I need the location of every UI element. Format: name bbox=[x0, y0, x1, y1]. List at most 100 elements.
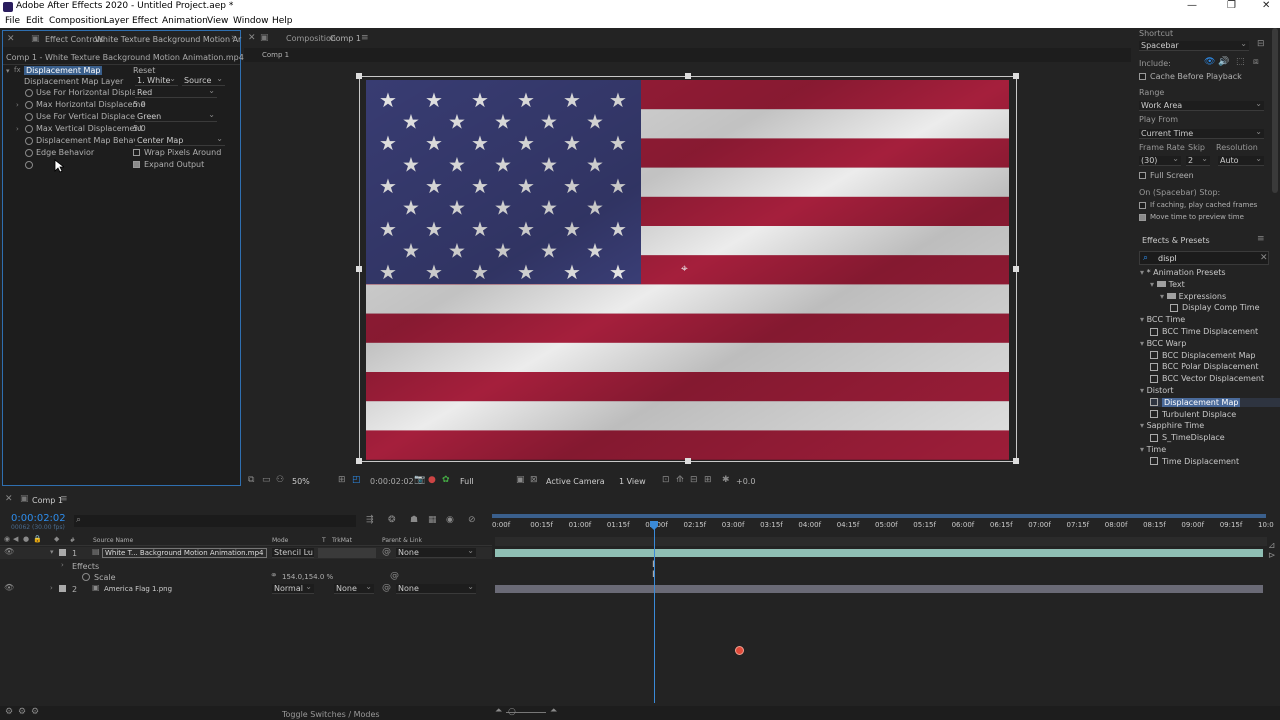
layer-1-bar[interactable] bbox=[495, 549, 1263, 557]
draft-3d-icon[interactable]: ❂ bbox=[388, 515, 396, 525]
layer-2-bar[interactable] bbox=[495, 585, 1263, 593]
zoom-in-icon[interactable]: ⏶ bbox=[550, 706, 557, 716]
camera-dropdown[interactable]: Active Camera bbox=[546, 477, 605, 486]
expand-icon[interactable]: › bbox=[16, 101, 19, 109]
comp-navigator-icon[interactable]: ⊿ bbox=[1268, 541, 1276, 551]
menu-effect[interactable]: Effect bbox=[132, 16, 158, 26]
toggle-switches-modes[interactable]: Toggle Switches / Modes bbox=[282, 710, 380, 719]
layer-row[interactable]: 👁 › 2 ▣ America Flag 1.png Normal None @… bbox=[0, 582, 492, 595]
transform-handle[interactable] bbox=[356, 266, 362, 272]
close-panel-icon[interactable]: ✕ bbox=[248, 33, 256, 43]
max-horiz-value[interactable]: 5.0 bbox=[133, 100, 146, 109]
mode-dropdown[interactable]: Normal bbox=[272, 582, 314, 594]
menu-help[interactable]: Help bbox=[272, 16, 293, 26]
scale-value[interactable]: 154.0,154.0 % bbox=[282, 573, 333, 581]
effects-tree-item[interactable]: ▾ Text bbox=[1150, 280, 1185, 289]
snapshot-icon[interactable]: ◰ bbox=[352, 475, 361, 485]
effect-controls-layer[interactable]: White Texture Background Motion Ar bbox=[95, 35, 241, 44]
composition-tab-name[interactable]: Comp 1 bbox=[330, 34, 361, 43]
lock-icon[interactable]: ▣ bbox=[20, 494, 29, 504]
stopwatch-icon[interactable] bbox=[82, 573, 90, 581]
stopwatch-icon[interactable] bbox=[25, 89, 33, 97]
channel-icon[interactable]: ● bbox=[428, 475, 436, 485]
time-ruler[interactable]: 0:00f00:15f01:00f01:15f02:00f02:15f03:00… bbox=[492, 511, 1274, 535]
expand-output-checkbox[interactable] bbox=[133, 161, 140, 168]
move-time-checkbox[interactable] bbox=[1139, 214, 1146, 221]
pick-whip-icon[interactable]: @ bbox=[382, 547, 391, 557]
transform-handle[interactable] bbox=[356, 73, 362, 79]
trkmat-dropdown[interactable]: None bbox=[334, 582, 374, 594]
effects-tree-item[interactable]: ▾ Sapphire Time bbox=[1140, 421, 1204, 430]
effect-expand-icon[interactable]: ▾ bbox=[6, 67, 10, 75]
exposure-value[interactable]: +0.0 bbox=[736, 477, 755, 486]
full-screen-checkbox[interactable] bbox=[1139, 172, 1146, 179]
stopwatch-icon[interactable] bbox=[25, 137, 33, 145]
transform-handle[interactable] bbox=[685, 73, 691, 79]
expand-icon[interactable]: › bbox=[16, 125, 19, 133]
reset-button[interactable]: Reset bbox=[133, 66, 155, 75]
zoom-out-icon[interactable]: ⏶ bbox=[495, 706, 502, 716]
effects-tree-item[interactable]: Displacement Map bbox=[1150, 397, 1280, 407]
menu-file[interactable]: File bbox=[5, 16, 20, 26]
timeline-tab[interactable]: Comp 1 bbox=[32, 496, 63, 505]
resolution-dropdown[interactable]: Full bbox=[460, 477, 474, 486]
clear-search-icon[interactable]: ✕ bbox=[1260, 253, 1268, 263]
lock-icon[interactable]: ▣ bbox=[31, 34, 40, 44]
col-trkmat[interactable]: TrkMat bbox=[332, 537, 352, 544]
effect-name[interactable]: Displacement Map bbox=[24, 66, 103, 75]
shortcut-dropdown[interactable]: Spacebar bbox=[1139, 39, 1249, 51]
transparency-grid-icon[interactable]: ⊠ bbox=[530, 475, 538, 485]
layer-switches-icon[interactable]: ⚙ bbox=[5, 707, 13, 717]
parent-dropdown[interactable]: None bbox=[396, 546, 476, 558]
effects-search-input[interactable]: ⌕ displ ✕ bbox=[1139, 251, 1269, 265]
zoom-slider-handle[interactable]: ○ bbox=[508, 707, 516, 717]
expand-icon[interactable]: › bbox=[50, 584, 53, 592]
timeline-icon[interactable]: ⊟ bbox=[690, 475, 698, 485]
effects-tree-item[interactable]: ▾ BCC Warp bbox=[1140, 339, 1186, 348]
graph-editor-icon[interactable]: ⊘ bbox=[468, 515, 476, 525]
layer-name[interactable]: White T... Background Motion Animation.m… bbox=[102, 548, 267, 558]
effects-tree-item[interactable]: ▾ Time bbox=[1140, 445, 1166, 454]
close-panel-icon[interactable]: ✕ bbox=[7, 34, 15, 44]
view-layout-dropdown[interactable]: 1 View bbox=[619, 477, 646, 486]
panel-expand-icon[interactable]: » bbox=[231, 33, 237, 43]
menu-composition[interactable]: Composition bbox=[49, 16, 105, 26]
menu-layer[interactable]: Layer bbox=[104, 16, 129, 26]
lock-icon[interactable]: 🔒 bbox=[33, 535, 42, 543]
flowchart-icon[interactable]: ⊞ bbox=[704, 475, 712, 485]
av-video-icon[interactable]: ◉ bbox=[4, 535, 10, 543]
transform-handle[interactable] bbox=[1013, 458, 1019, 464]
collapse-icon[interactable]: ▾ bbox=[50, 548, 54, 556]
vert-channel-dropdown[interactable]: Green bbox=[135, 110, 217, 122]
fast-preview-icon[interactable]: ⟰ bbox=[676, 475, 684, 485]
effects-tree-item[interactable]: BCC Vector Displacement bbox=[1150, 374, 1264, 383]
color-icon[interactable]: ✿ bbox=[442, 475, 450, 485]
stopwatch-icon[interactable] bbox=[25, 161, 33, 169]
parent-dropdown[interactable]: None bbox=[396, 582, 476, 594]
effects-tree-item[interactable]: ▾ * Animation Presets bbox=[1140, 268, 1226, 277]
video-icon[interactable]: 👁 bbox=[1204, 57, 1215, 67]
frame-rate-dropdown[interactable]: (30) bbox=[1139, 154, 1181, 166]
maximize-icon[interactable]: ❐ bbox=[1227, 0, 1236, 11]
frame-blend-icon[interactable]: ▦ bbox=[428, 515, 437, 525]
work-area-bar[interactable] bbox=[492, 514, 1266, 518]
render-time-icon[interactable]: ⚙ bbox=[31, 707, 39, 717]
preview-scrollbar[interactable] bbox=[1272, 28, 1278, 193]
region-of-interest-icon[interactable]: ▣ bbox=[516, 475, 525, 485]
mask-visibility-icon[interactable]: ⚇ bbox=[276, 475, 284, 485]
comp-flowchart-icon[interactable]: ⇶ bbox=[366, 515, 374, 525]
map-layer-dropdown[interactable]: 1. White bbox=[135, 74, 178, 86]
audio-icon[interactable]: ◀ bbox=[13, 535, 18, 543]
motion-blur-icon[interactable]: ◉ bbox=[446, 515, 454, 525]
composition-tab[interactable]: Composition bbox=[286, 34, 336, 43]
pick-whip-icon[interactable]: @ bbox=[382, 583, 391, 593]
effects-tree-item[interactable]: Time Displacement bbox=[1150, 457, 1239, 466]
mode-dropdown[interactable]: Stencil Lu bbox=[272, 546, 314, 558]
camera-icon[interactable]: 📷 bbox=[414, 475, 425, 485]
overlays-icon[interactable]: ⬚ bbox=[1236, 57, 1245, 67]
effects-tree-item[interactable]: BCC Polar Displacement bbox=[1150, 362, 1258, 371]
viewer-timecode[interactable]: 0:00:02:02 bbox=[370, 477, 414, 486]
transfer-controls-icon[interactable]: ⚙ bbox=[18, 707, 26, 717]
cache-checkbox[interactable] bbox=[1139, 73, 1146, 80]
close-icon[interactable]: ✕ bbox=[1262, 0, 1270, 11]
